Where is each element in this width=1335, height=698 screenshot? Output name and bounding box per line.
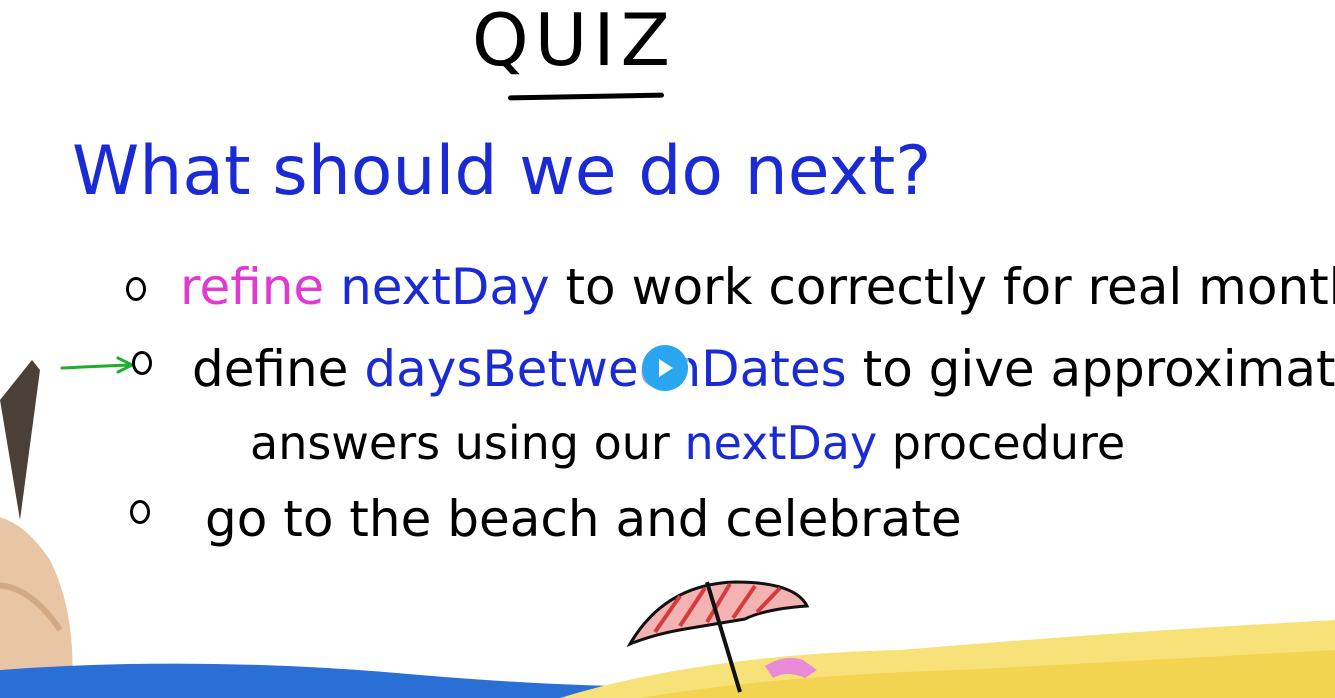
option-2-cont-start: answers using our bbox=[250, 416, 670, 470]
option-2-verb: define bbox=[192, 340, 349, 398]
play-icon bbox=[659, 359, 673, 377]
option-1-rest: to work correctly for real months bbox=[549, 258, 1335, 316]
title-underline bbox=[507, 92, 665, 101]
option-2-procedure: daysBetweenDates bbox=[348, 340, 847, 398]
option-2-cont-end: procedure bbox=[877, 416, 1126, 470]
option-1-text: refine nextDay to work correctly for rea… bbox=[180, 262, 1335, 312]
option-2-text: define daysBetweenDates to give approxim… bbox=[192, 344, 1335, 394]
quiz-title: QUIZ bbox=[472, 0, 676, 82]
option-2-continuation: answers using our nextDay procedure bbox=[250, 420, 1125, 466]
option-1-verb: refine bbox=[180, 258, 325, 316]
quiz-video-frame: QUIZ What should we do next? refine next… bbox=[0, 0, 1335, 698]
play-button[interactable] bbox=[642, 345, 688, 391]
beach-umbrella-icon bbox=[626, 580, 817, 693]
option-2-cont-procedure: nextDay bbox=[669, 416, 878, 470]
option-3-bullet[interactable] bbox=[130, 500, 150, 524]
option-1-procedure: nextDay bbox=[324, 258, 550, 316]
option-3-text: go to the beach and celebrate bbox=[205, 490, 962, 548]
option-2-bullet[interactable] bbox=[132, 351, 152, 375]
quiz-question: What should we do next? bbox=[72, 132, 932, 211]
option-2-rest: to give approximate bbox=[846, 340, 1335, 398]
option-1-bullet[interactable] bbox=[126, 277, 146, 301]
